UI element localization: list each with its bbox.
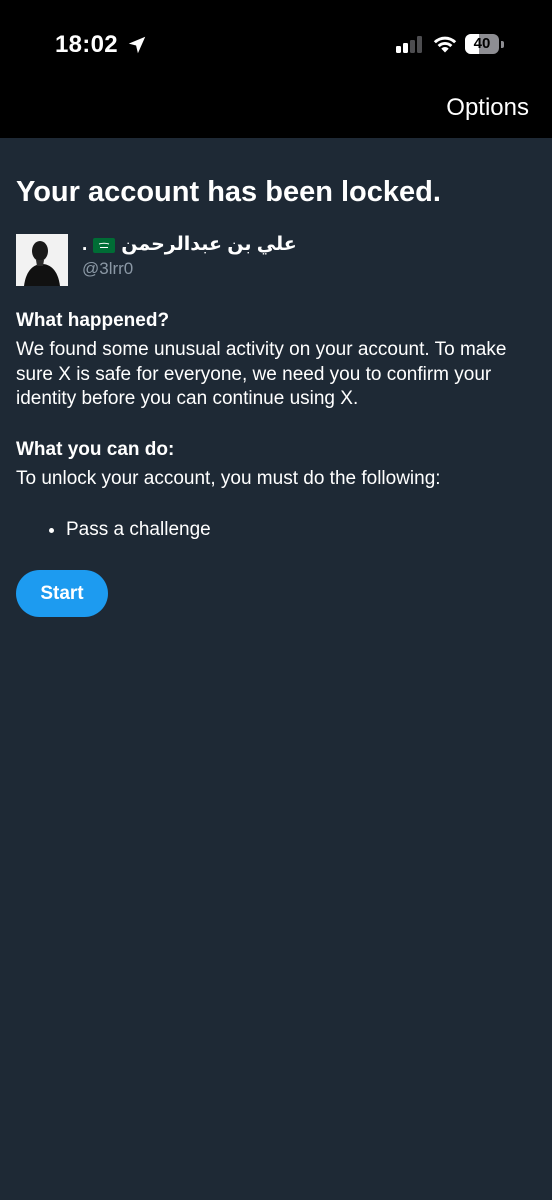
display-name-suffix: . — [82, 234, 88, 255]
main-content: Your account has been locked. . علي بن ع… — [16, 138, 536, 617]
what-you-can-do-heading: What you can do: — [16, 438, 175, 460]
steps-list: Pass a challenge — [16, 518, 536, 542]
page-title: Your account has been locked. — [16, 176, 441, 208]
battery-nub — [501, 41, 504, 48]
battery-icon: 40 — [465, 34, 505, 54]
avatar-image — [16, 234, 68, 286]
what-happened-heading: What happened? — [16, 310, 170, 331]
account-row: . علي بن عبدالرحمن @3lrr0 — [16, 234, 536, 286]
top-header: Options — [0, 88, 552, 138]
battery-body: 40 — [465, 34, 499, 54]
status-time: 18:02 — [55, 31, 118, 58]
start-button[interactable]: Start — [16, 570, 108, 617]
battery-level: 40 — [473, 35, 491, 52]
what-happened-text: We found some unusual activity on your a… — [16, 339, 507, 409]
user-handle: @3lrr0 — [82, 259, 134, 278]
wifi-icon — [433, 36, 457, 53]
display-name-row: . علي بن عبدالرحمن — [82, 232, 297, 258]
options-button[interactable]: Options — [446, 94, 529, 122]
saudi-arabia-flag-icon — [93, 237, 116, 253]
list-item: Pass a challenge — [66, 518, 536, 542]
what-you-can-do-text: To unlock your account, you must do the … — [16, 467, 441, 489]
avatar — [16, 234, 68, 286]
cellular-signal-icon — [396, 36, 422, 53]
display-name: علي بن عبدالرحمن — [121, 234, 297, 255]
location-arrow-icon — [128, 36, 146, 54]
status-bar: 18:02 40 — [0, 0, 552, 88]
